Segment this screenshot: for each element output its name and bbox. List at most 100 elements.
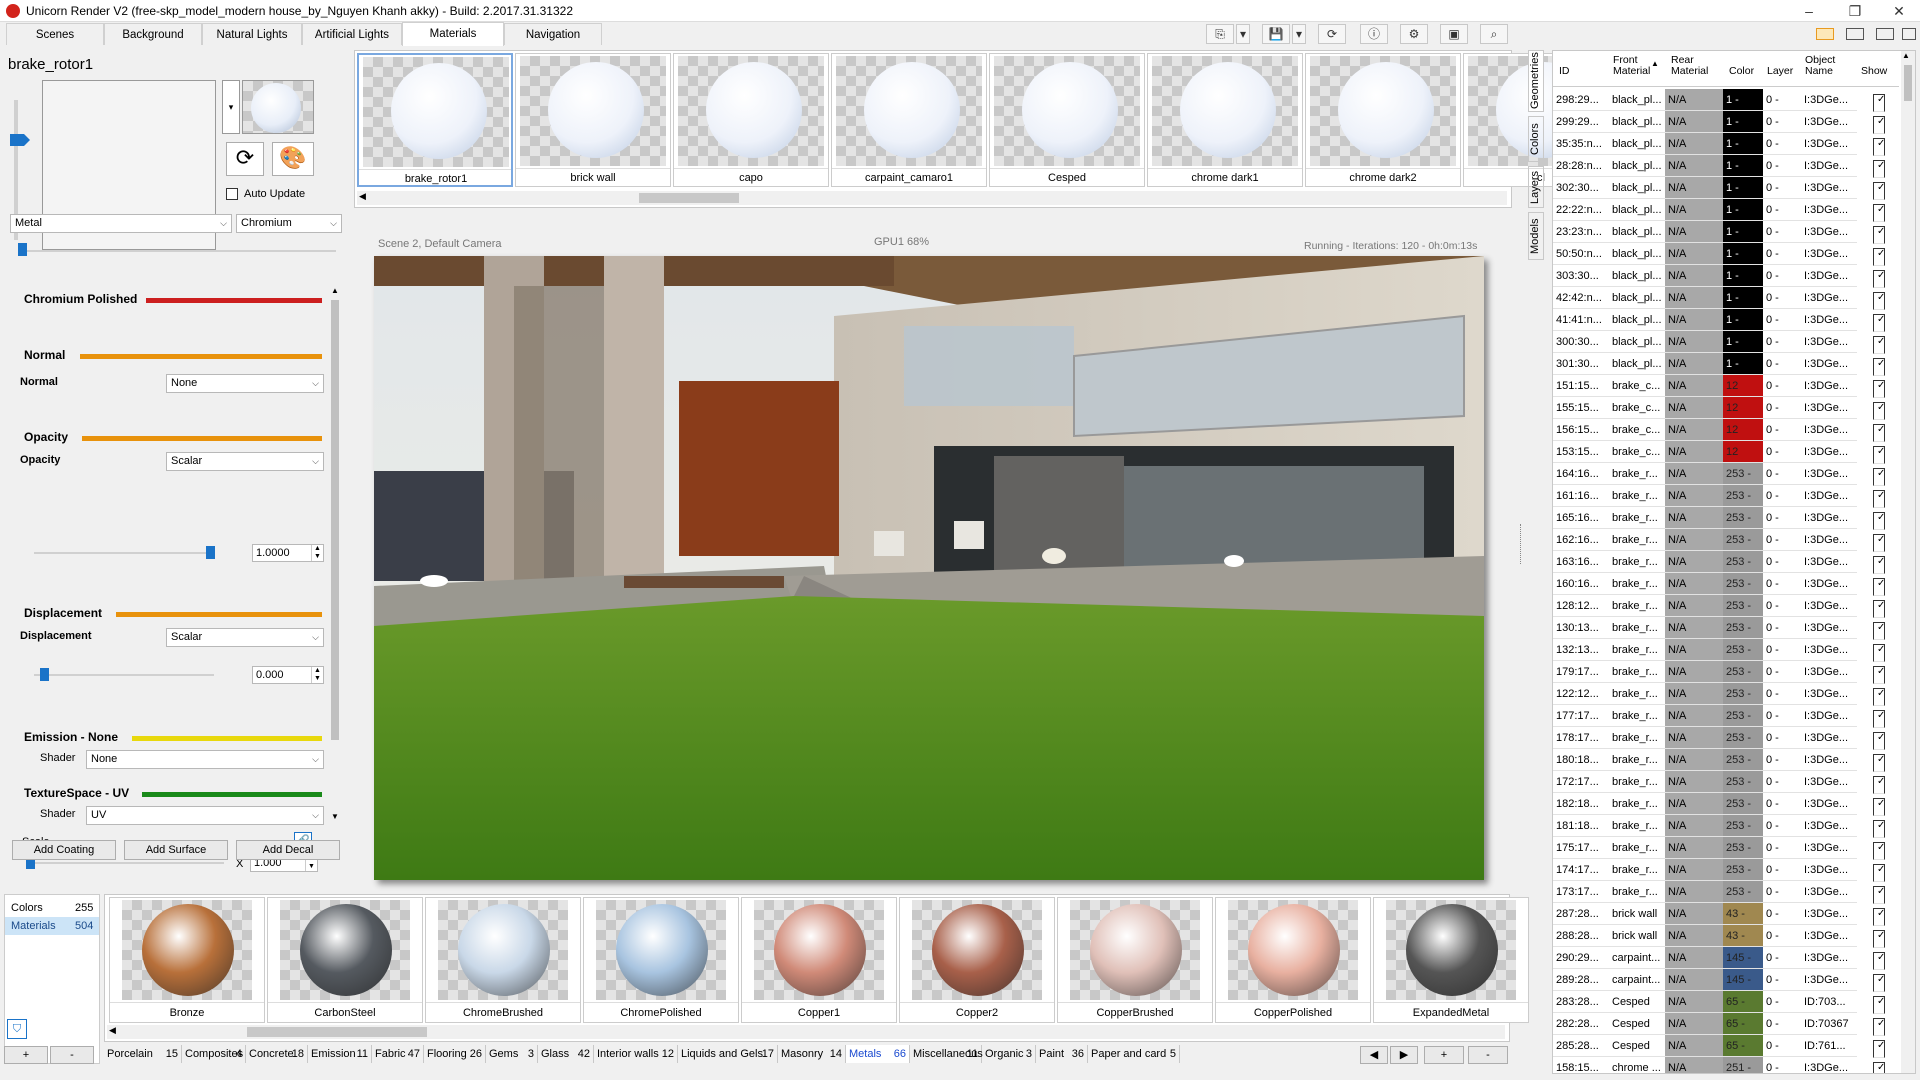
scroll-thumb[interactable] bbox=[331, 300, 339, 740]
show-checkbox[interactable]: ✓ bbox=[1873, 402, 1885, 420]
table-row[interactable]: 156:15... brake_c... N/A 12 0 - I:3DGe... ✓ bbox=[1553, 419, 1893, 442]
material-thumb-item[interactable]: chrome dark1 bbox=[1147, 53, 1303, 187]
show-checkbox[interactable]: ✓ bbox=[1873, 182, 1885, 200]
add-coating-button[interactable]: Add Coating bbox=[12, 840, 116, 860]
category-tab[interactable]: Emission 11 bbox=[308, 1045, 372, 1063]
table-row[interactable]: 151:15... brake_c... N/A 12 0 - I:3DGe... ✓ bbox=[1553, 375, 1893, 398]
material-thumb-item[interactable]: brick wall bbox=[515, 53, 671, 187]
table-row[interactable]: 161:16... brake_r... N/A 253 -0 - I:3DGe... ✓ bbox=[1553, 485, 1893, 508]
vertical-slider-thumb[interactable] bbox=[10, 134, 30, 146]
show-checkbox[interactable]: ✓ bbox=[1873, 930, 1885, 948]
library-scrollbar[interactable]: ◀ bbox=[107, 1025, 1505, 1039]
table-row[interactable]: 165:16... brake_r... N/A 253 -0 - I:3DGe... ✓ bbox=[1553, 507, 1893, 530]
category-tab[interactable]: Porcelain 15 bbox=[104, 1045, 182, 1063]
table-row[interactable]: 289:28... carpaint... N/A 145 -0 - I:3DGe...… bbox=[1553, 969, 1893, 992]
table-row[interactable]: 35:35:n... black_pl... N/A 1 -0 - I:3DGe... ✓ bbox=[1553, 133, 1893, 156]
show-checkbox[interactable]: ✓ bbox=[1873, 424, 1885, 442]
show-checkbox[interactable]: ✓ bbox=[1873, 974, 1885, 992]
tab-natural-lights[interactable]: Natural Lights bbox=[202, 23, 302, 45]
category-next-button[interactable]: ▶ bbox=[1390, 1046, 1418, 1064]
side-tab-layers[interactable]: Layers bbox=[1528, 166, 1544, 208]
refresh-preview-icon[interactable]: ⟳ bbox=[226, 142, 264, 176]
settings-icon[interactable]: ⚙ bbox=[1400, 24, 1428, 44]
table-row[interactable]: 128:12... brake_r... N/A 253 -0 - I:3DGe... ✓ bbox=[1553, 595, 1893, 618]
table-row[interactable]: 172:17... brake_r... N/A 253 -0 - I:3DGe... ✓ bbox=[1553, 771, 1893, 794]
category-tab[interactable]: Interior walls 12 bbox=[594, 1045, 678, 1063]
material-thumb-item[interactable]: Cesped bbox=[989, 53, 1145, 187]
table-row[interactable]: 173:17... brake_r... N/A 253 -0 - I:3DGe... ✓ bbox=[1553, 881, 1893, 904]
category-tab[interactable]: Fabric 47 bbox=[372, 1045, 424, 1063]
show-checkbox[interactable]: ✓ bbox=[1873, 468, 1885, 486]
table-row[interactable]: 153:15... brake_c... N/A 12 0 - I:3DGe... ✓ bbox=[1553, 441, 1893, 464]
show-checkbox[interactable]: ✓ bbox=[1873, 798, 1885, 816]
show-checkbox[interactable]: ✓ bbox=[1873, 754, 1885, 772]
scroll-up-icon[interactable]: ▲ bbox=[1902, 51, 1910, 60]
table-row[interactable]: 298:29... black_pl... N/A 1 -0 - I:3DGe... ✓ bbox=[1553, 89, 1893, 112]
uv-shader-select[interactable]: UV ⌵ bbox=[86, 806, 324, 825]
category-tab[interactable]: Concrete 18 bbox=[246, 1045, 308, 1063]
scroll-down-icon[interactable]: ▼ bbox=[328, 812, 342, 824]
category-tab[interactable]: Flooring 26 bbox=[424, 1045, 486, 1063]
category-add-button[interactable]: + bbox=[1424, 1046, 1464, 1064]
show-checkbox[interactable]: ✓ bbox=[1873, 358, 1885, 376]
table-row[interactable]: 158:15... chrome ... N/A 251 -0 - I:3DGe... ✓ bbox=[1553, 1057, 1893, 1073]
column-object-name[interactable]: Object Name bbox=[1805, 55, 1849, 77]
table-row[interactable]: 155:15... brake_c... N/A 12 0 - I:3DGe... ✓ bbox=[1553, 397, 1893, 420]
show-checkbox[interactable]: ✓ bbox=[1873, 644, 1885, 662]
material-subtype-select[interactable]: Chromium ⌵ bbox=[236, 214, 342, 233]
table-row[interactable]: 28:28:n... black_pl... N/A 1 -0 - I:3DGe... ✓ bbox=[1553, 155, 1893, 178]
show-checkbox[interactable]: ✓ bbox=[1873, 248, 1885, 266]
table-row[interactable]: 50:50:n... black_pl... N/A 1 -0 - I:3DGe... ✓ bbox=[1553, 243, 1893, 266]
show-checkbox[interactable]: ✓ bbox=[1873, 908, 1885, 926]
show-checkbox[interactable]: ✓ bbox=[1873, 512, 1885, 530]
table-row[interactable]: 287:28... brick wall N/A 43 -0 - I:3DGe... ✓ bbox=[1553, 903, 1893, 926]
table-row[interactable]: 132:13... brake_r... N/A 253 -0 - I:3DGe... ✓ bbox=[1553, 639, 1893, 662]
table-row[interactable]: 122:12... brake_r... N/A 253 -0 - I:3DGe... ✓ bbox=[1553, 683, 1893, 706]
library-scroll-thumb[interactable] bbox=[247, 1027, 427, 1037]
displacement-mode-select[interactable]: Scalar ⌵ bbox=[166, 628, 324, 647]
layout-1-icon[interactable] bbox=[1816, 28, 1834, 40]
tab-background[interactable]: Background bbox=[104, 23, 202, 45]
table-row[interactable]: 179:17... brake_r... N/A 253 -0 - I:3DGe... ✓ bbox=[1553, 661, 1893, 684]
show-checkbox[interactable]: ✓ bbox=[1873, 446, 1885, 464]
category-tab[interactable]: Organic 3 bbox=[982, 1045, 1036, 1063]
intensity-slider[interactable] bbox=[20, 250, 336, 252]
scroll-left-icon[interactable]: ◀ bbox=[359, 191, 366, 202]
show-checkbox[interactable]: ✓ bbox=[1873, 1040, 1885, 1058]
table-row[interactable]: 175:17... brake_r... N/A 253 -0 - I:3DGe... ✓ bbox=[1553, 837, 1893, 860]
show-checkbox[interactable]: ✓ bbox=[1873, 292, 1885, 310]
table-scrollbar[interactable]: ▲ bbox=[1901, 51, 1915, 1073]
show-checkbox[interactable]: ✓ bbox=[1873, 138, 1885, 156]
zoom-icon[interactable]: ⌕ bbox=[1480, 24, 1508, 44]
show-checkbox[interactable]: ✓ bbox=[1873, 864, 1885, 882]
opacity-value-input[interactable]: 1.0000 ▲ ▼ bbox=[252, 544, 324, 562]
table-row[interactable]: 174:17... brake_r... N/A 253 -0 - I:3DGe... ✓ bbox=[1553, 859, 1893, 882]
material-thumb-item[interactable]: chrome dark2 bbox=[1305, 53, 1461, 187]
materials-count-row[interactable]: Materials 504 bbox=[5, 917, 99, 935]
scroll-thumb[interactable] bbox=[1904, 65, 1912, 101]
show-checkbox[interactable]: ✓ bbox=[1873, 160, 1885, 178]
editor-scrollbar[interactable]: ▲ ▼ bbox=[328, 286, 342, 826]
column-color[interactable]: Color bbox=[1729, 65, 1754, 77]
add-decal-button[interactable]: Add Decal bbox=[236, 840, 340, 860]
table-row[interactable]: 177:17... brake_r... N/A 253 -0 - I:3DGe... ✓ bbox=[1553, 705, 1893, 728]
table-row[interactable]: 302:30... black_pl... N/A 1 -0 - I:3DGe... ✓ bbox=[1553, 177, 1893, 200]
scroll-up-icon[interactable]: ▲ bbox=[328, 286, 342, 298]
table-row[interactable]: 285:28... Cesped N/A 65 -0 - ID:761... ✓ bbox=[1553, 1035, 1893, 1058]
restore-button[interactable]: ❐ bbox=[1832, 0, 1878, 22]
library-item[interactable]: ChromeBrushed bbox=[425, 897, 581, 1023]
table-row[interactable]: 290:29... carpaint... N/A 145 -0 - I:3DGe...… bbox=[1553, 947, 1893, 970]
save-icon[interactable]: 💾 bbox=[1262, 24, 1290, 44]
opacity-slider[interactable] bbox=[34, 552, 214, 554]
tab-navigation[interactable]: Navigation bbox=[504, 23, 602, 45]
layout-4-icon[interactable] bbox=[1902, 28, 1916, 40]
scroll-left-icon[interactable]: ◀ bbox=[109, 1025, 116, 1036]
table-row[interactable]: 181:18... brake_r... N/A 253 -0 - I:3DGe... ✓ bbox=[1553, 815, 1893, 838]
layout-3-icon[interactable] bbox=[1876, 28, 1894, 40]
opacity-slider-thumb[interactable] bbox=[206, 546, 215, 559]
tab-artificial-lights[interactable]: Artificial Lights bbox=[302, 23, 402, 45]
column-layer[interactable]: Layer bbox=[1767, 65, 1793, 77]
table-row[interactable]: 300:30... black_pl... N/A 1 -0 - I:3DGe... ✓ bbox=[1553, 331, 1893, 354]
category-tab[interactable]: Paper and card 5 bbox=[1088, 1045, 1180, 1063]
material-thumb-item[interactable]: carpaint_camaro1 bbox=[831, 53, 987, 187]
